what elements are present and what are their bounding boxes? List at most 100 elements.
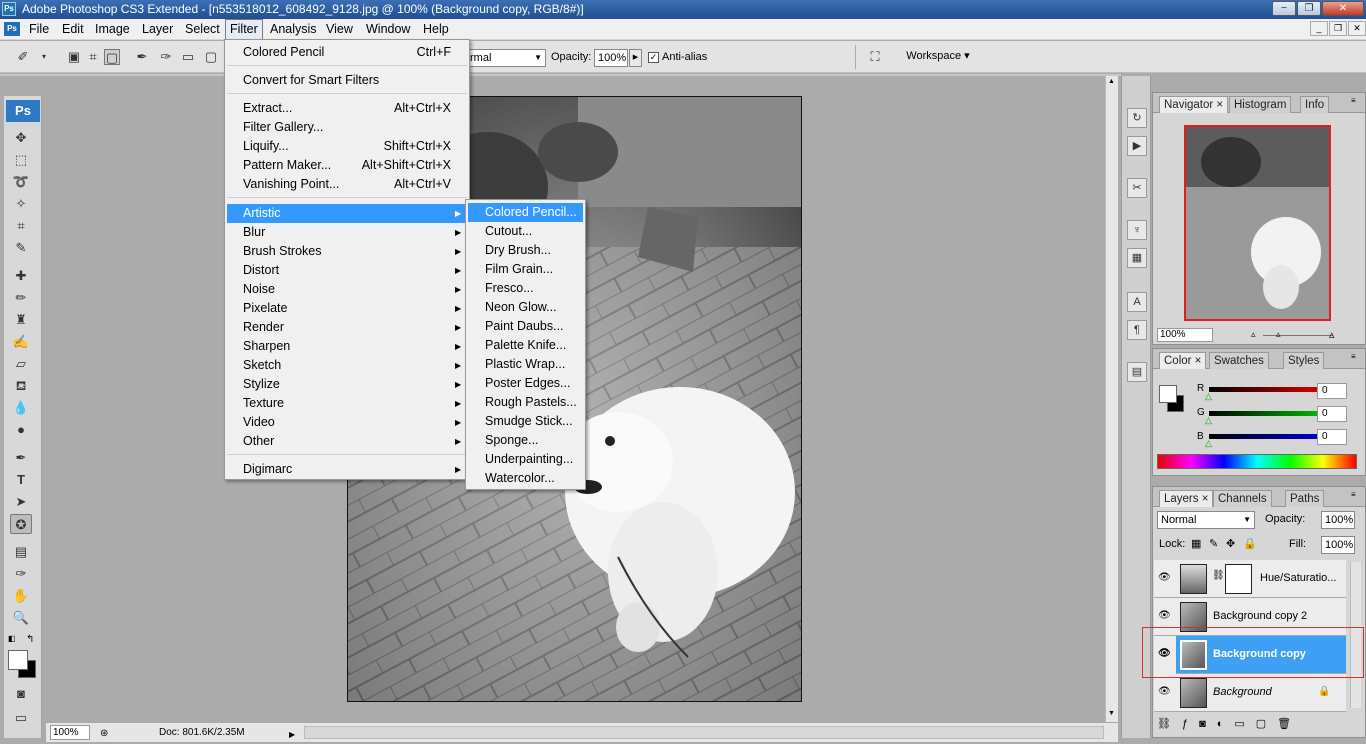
menu-item-colored-pencil[interactable]: Colored Pencil... [468, 203, 583, 222]
menu-item-other[interactable]: Other [227, 432, 467, 451]
menu-item-stylize[interactable]: Stylize [227, 375, 467, 394]
slice-tool-icon[interactable]: ✎ [10, 238, 32, 258]
history-brush-tool-icon[interactable]: ✍ [10, 332, 32, 352]
navigator-zoom-field[interactable]: 100% [1157, 328, 1213, 342]
tab-navigator[interactable]: Navigator × [1159, 96, 1229, 113]
channel-g-input[interactable]: 0 [1317, 406, 1347, 422]
channel-b-input[interactable]: 0 [1317, 429, 1347, 445]
menu-item-brush-strokes[interactable]: Brush Strokes [227, 242, 467, 261]
tab-channels[interactable]: Channels [1213, 490, 1272, 507]
brush-tool-icon[interactable]: ✏ [10, 288, 32, 308]
menu-item-sponge[interactable]: Sponge... [468, 431, 583, 450]
lock-all-icon[interactable]: 🔒 [1243, 537, 1257, 550]
menu-item-neon-glow[interactable]: Neon Glow... [468, 298, 583, 317]
menu-item-digimarc[interactable]: Digimarc [227, 460, 467, 479]
clone-source-icon[interactable]: ▦ [1127, 248, 1147, 268]
lock-image-icon[interactable]: ✎ [1209, 537, 1218, 550]
tab-styles[interactable]: Styles [1283, 352, 1325, 369]
paths-icon[interactable]: ⌗ [85, 49, 101, 65]
menu-item-fresco[interactable]: Fresco... [468, 279, 583, 298]
menu-item-plastic-wrap[interactable]: Plastic Wrap... [468, 355, 583, 374]
custom-shape-preset-icon[interactable]: ✐ [15, 49, 31, 65]
zoom-out-icon[interactable]: ▵ [1251, 329, 1256, 340]
lock-transparent-icon[interactable]: ▦ [1191, 537, 1201, 550]
character-panel-icon[interactable]: A [1127, 292, 1147, 312]
notes-tool-icon[interactable]: ▤ [10, 542, 32, 562]
zoom-slider-track[interactable] [1263, 335, 1333, 336]
menu-item-dry-brush[interactable]: Dry Brush... [468, 241, 583, 260]
panel-menu-icon[interactable]: ≡ [1351, 490, 1356, 499]
paint-bucket-tool-icon[interactable]: ⛾ [10, 376, 32, 396]
tab-histogram[interactable]: Histogram [1229, 96, 1292, 113]
menu-select[interactable]: Select [181, 19, 224, 40]
fill-input[interactable]: 100% [1321, 536, 1355, 554]
menu-file[interactable]: File [25, 19, 53, 40]
layers-footer-icons[interactable]: ⛓ƒ◙◐▭▢🗑 [1157, 717, 1347, 733]
pen-tool-option-icon[interactable]: ✒ [134, 49, 150, 65]
menu-item-palette-knife[interactable]: Palette Knife... [468, 336, 583, 355]
shape-layers-icon[interactable]: ▣ [66, 49, 82, 65]
pen-tool-icon[interactable]: ✒ [10, 448, 32, 468]
swap-colors-icon[interactable]: ↰ [26, 634, 34, 645]
opacity-arrow-icon[interactable]: ▶ [629, 49, 642, 67]
tab-paths[interactable]: Paths [1285, 490, 1325, 507]
type-tool-icon[interactable]: T [10, 470, 32, 490]
clone-stamp-tool-icon[interactable]: ♜ [10, 310, 32, 330]
panel-menu-icon[interactable]: ≡ [1351, 96, 1356, 105]
actions-panel-icon[interactable]: ▶ [1127, 136, 1147, 156]
layer-comps-icon[interactable]: ▤ [1127, 362, 1147, 382]
lock-position-icon[interactable]: ✥ [1226, 537, 1235, 550]
paragraph-panel-icon[interactable]: ¶ [1127, 320, 1147, 340]
eraser-tool-icon[interactable]: ▱ [10, 354, 32, 374]
tool-presets-icon[interactable]: ✂ [1127, 178, 1147, 198]
layer-row-hue-saturation[interactable]: 👁 ⛓ Hue/Saturatio... [1154, 560, 1346, 598]
brushes-panel-icon[interactable]: ♆ [1127, 220, 1147, 240]
eyedropper-tool-icon[interactable]: ✑ [10, 564, 32, 584]
menu-item-rough-pastels[interactable]: Rough Pastels... [468, 393, 583, 412]
tab-swatches[interactable]: Swatches [1209, 352, 1269, 369]
zoom-tool-icon[interactable]: 🔍 [10, 608, 32, 628]
menu-edit[interactable]: Edit [58, 19, 88, 40]
preset-dropdown-icon[interactable]: ▾ [36, 49, 52, 65]
restore-button[interactable]: ❐ [1297, 1, 1321, 16]
slider-handle-icon[interactable]: △ [1205, 438, 1212, 449]
hand-tool-icon[interactable]: ✋ [10, 586, 32, 606]
color-ramp[interactable] [1157, 454, 1357, 469]
menu-item-paint-daubs[interactable]: Paint Daubs... [468, 317, 583, 336]
scroll-up-icon[interactable]: ▲ [1108, 78, 1115, 85]
menu-item-smudge-stick[interactable]: Smudge Stick... [468, 412, 583, 431]
freeform-pen-option-icon[interactable]: ✑ [158, 49, 174, 65]
mode-select[interactable]: rmal ▼ [466, 49, 546, 67]
zoom-in-icon[interactable]: ▵ [1329, 328, 1335, 341]
menu-item-noise[interactable]: Noise [227, 280, 467, 299]
doc-minimize-button[interactable]: _ [1310, 21, 1328, 36]
history-panel-icon[interactable]: ↻ [1127, 108, 1147, 128]
zoom-field[interactable]: 100% [50, 725, 90, 740]
tab-info[interactable]: Info [1300, 96, 1330, 113]
menu-image[interactable]: Image [91, 19, 134, 40]
lasso-tool-icon[interactable]: ➰ [10, 172, 32, 192]
layer-row-background[interactable]: 👁 Background 🔒 [1154, 674, 1346, 712]
navigator-thumbnail[interactable] [1184, 125, 1331, 321]
foreground-color-swatch[interactable] [8, 650, 28, 670]
rectangle-option-icon[interactable]: ▭ [180, 49, 196, 65]
menu-item-watercolor[interactable]: Watercolor... [468, 469, 583, 488]
default-colors-icon[interactable]: ◧ [8, 634, 16, 643]
canvas-vertical-scrollbar[interactable]: ▲ ▼ [1105, 76, 1118, 722]
panel-menu-icon[interactable]: ≡ [1351, 352, 1356, 361]
fill-pixels-icon[interactable]: ▢ [104, 49, 120, 65]
marquee-tool-icon[interactable]: ⬚ [10, 150, 32, 170]
blur-tool-icon[interactable]: 💧 [10, 398, 32, 418]
scroll-down-icon[interactable]: ▼ [1108, 710, 1115, 717]
menu-item-underpainting[interactable]: Underpainting... [468, 450, 583, 469]
custom-shape-tool-icon[interactable]: ✪ [10, 514, 32, 534]
channel-r-input[interactable]: 0 [1317, 383, 1347, 399]
menu-item-filter-gallery[interactable]: Filter Gallery... [227, 118, 467, 137]
menu-filter[interactable]: Filter [225, 19, 263, 40]
menu-item-pixelate[interactable]: Pixelate [227, 299, 467, 318]
menu-analysis[interactable]: Analysis [266, 19, 321, 40]
move-tool-icon[interactable]: ✥ [10, 128, 32, 148]
menu-item-video[interactable]: Video [227, 413, 467, 432]
menu-item-convert-smart-filters[interactable]: Convert for Smart Filters [227, 71, 467, 90]
screen-mode-icon[interactable]: ▭ [10, 708, 32, 728]
